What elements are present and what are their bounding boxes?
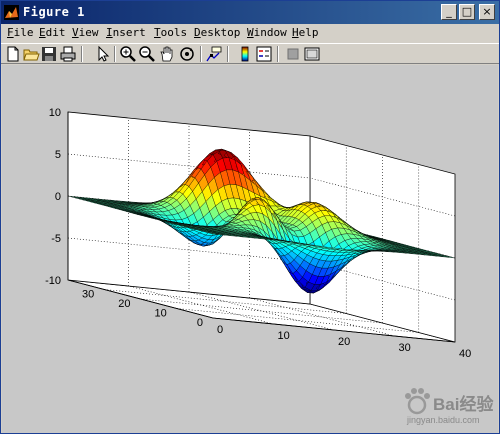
watermark-logo-text: Bai经验 (433, 390, 493, 415)
toolbar-separator (277, 46, 279, 62)
rotate-3d-icon[interactable] (178, 45, 196, 63)
menu-window[interactable]: Window (247, 26, 287, 40)
close-button[interactable]: × (479, 4, 495, 20)
menu-bar: File Edit View Insert Tools Desktop Wind… (1, 24, 499, 43)
y-tick-label: 20 (118, 298, 130, 310)
x-tick-label: 10 (278, 330, 290, 342)
menu-help[interactable]: Help (292, 26, 319, 40)
zoom-out-icon[interactable] (138, 45, 156, 63)
print-icon[interactable] (59, 45, 77, 63)
open-file-icon[interactable] (22, 45, 40, 63)
surface-plot[interactable]: 0 10 20 30 40 0 10 20 30 -10 -5 0 5 10 (2, 65, 498, 433)
y-tick-label: 10 (155, 308, 167, 320)
y-tick-label: 30 (82, 289, 94, 301)
pointer-icon[interactable] (93, 45, 111, 63)
x-tick-label: 20 (338, 336, 350, 348)
baidu-paw-icon (401, 386, 433, 416)
matlab-icon (4, 5, 19, 20)
x-tick-label: 30 (399, 342, 411, 354)
z-tick-label: 5 (55, 149, 61, 161)
x-tick-label: 40 (459, 348, 471, 360)
z-tick-label: -5 (51, 233, 61, 245)
save-icon[interactable] (40, 45, 58, 63)
window-title: Figure 1 (23, 4, 85, 20)
y-tick-label: 0 (197, 317, 203, 329)
legend-icon[interactable] (255, 45, 273, 63)
z-tick-label: 10 (49, 107, 61, 119)
toolbar-separator (81, 46, 83, 62)
show-plot-tools-icon[interactable] (303, 45, 321, 63)
z-tick-label: 0 (55, 191, 61, 203)
figure-canvas[interactable]: 0 10 20 30 40 0 10 20 30 -10 -5 0 5 10 (2, 65, 498, 433)
menu-insert[interactable]: Insert (106, 26, 146, 40)
toolbar-separator (114, 46, 116, 62)
toolbar-separator (200, 46, 202, 62)
watermark: Bai经验 jingyan.baidu.com (401, 386, 497, 430)
minimize-button[interactable]: _ (441, 4, 457, 20)
toolbar-separator (227, 46, 229, 62)
maximize-button[interactable]: □ (459, 4, 475, 20)
pan-icon[interactable] (158, 45, 176, 63)
figure-window: Figure 1 _ □ × File Edit View Insert Too… (0, 0, 500, 434)
z-tick-label: -10 (45, 275, 61, 287)
new-figure-icon[interactable] (4, 45, 22, 63)
zoom-in-icon[interactable] (119, 45, 137, 63)
menu-tools[interactable]: Tools (154, 26, 187, 40)
menu-desktop[interactable]: Desktop (194, 26, 240, 40)
menu-edit[interactable]: Edit (39, 26, 66, 40)
x-tick-label: 0 (217, 324, 223, 336)
figure-toolbar (1, 43, 499, 64)
title-bar[interactable]: Figure 1 _ □ × (1, 1, 499, 24)
colorbar-icon[interactable] (236, 45, 254, 63)
data-cursor-icon[interactable] (205, 45, 223, 63)
menu-view[interactable]: View (72, 26, 99, 40)
hide-plot-tools-icon[interactable] (284, 45, 302, 63)
menu-file[interactable]: File (7, 26, 34, 40)
watermark-url: jingyan.baidu.com (407, 415, 480, 425)
